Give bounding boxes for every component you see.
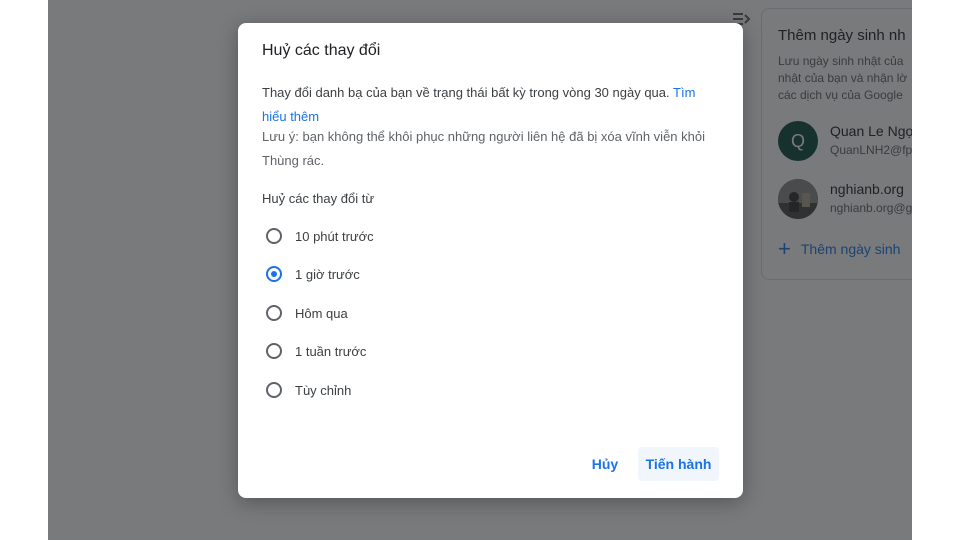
dialog-title: Huỷ các thay đổi <box>262 42 381 59</box>
add-birthday-button[interactable]: + Thêm ngày sinh <box>778 236 900 261</box>
radio-button[interactable] <box>266 228 282 244</box>
option-label: 1 giờ trước <box>295 266 360 282</box>
contact-email: QuanLNH2@fp <box>830 143 913 157</box>
right-margin <box>912 0 960 540</box>
option-label: 10 phút trước <box>295 228 374 244</box>
radio-button[interactable] <box>266 343 282 359</box>
dialog-note: Lưu ý: bạn không thể khôi phục những ngư… <box>262 129 705 168</box>
options-label: Huỷ các thay đổi từ <box>262 191 375 206</box>
dialog-description: Thay đổi danh bạ của bạn về trạng thái b… <box>262 85 696 124</box>
option-1-week[interactable]: 1 tuần trước <box>266 339 366 363</box>
contact-name: Quan Le Ngọ <box>830 123 914 139</box>
option-1-hour[interactable]: 1 giờ trước <box>266 262 360 286</box>
option-custom[interactable]: Tùy chỉnh <box>266 378 351 402</box>
option-label: 1 tuần trước <box>295 343 367 359</box>
confirm-button[interactable]: Tiến hành <box>638 447 719 481</box>
radio-button-selected[interactable] <box>266 266 282 282</box>
birthday-card-title: Thêm ngày sinh nh <box>778 27 906 44</box>
option-10-minutes[interactable]: 10 phút trước <box>266 224 374 248</box>
left-margin <box>0 0 48 540</box>
radio-button[interactable] <box>266 382 282 398</box>
plus-icon: + <box>778 236 791 261</box>
contact-name: nghianb.org <box>830 181 904 197</box>
option-label: Hôm qua <box>295 305 348 321</box>
radio-button[interactable] <box>266 305 282 321</box>
option-yesterday[interactable]: Hôm qua <box>266 301 348 325</box>
undo-changes-dialog: Huỷ các thay đổi Thay đổi danh bạ của bạ… <box>238 23 743 498</box>
avatar <box>778 179 818 219</box>
cancel-button[interactable]: Hủy <box>583 447 627 481</box>
option-label: Tùy chỉnh <box>295 382 352 398</box>
avatar: Q <box>778 121 818 161</box>
person-photo-icon <box>778 179 818 219</box>
contact-email: nghianb.org@g <box>830 201 913 215</box>
